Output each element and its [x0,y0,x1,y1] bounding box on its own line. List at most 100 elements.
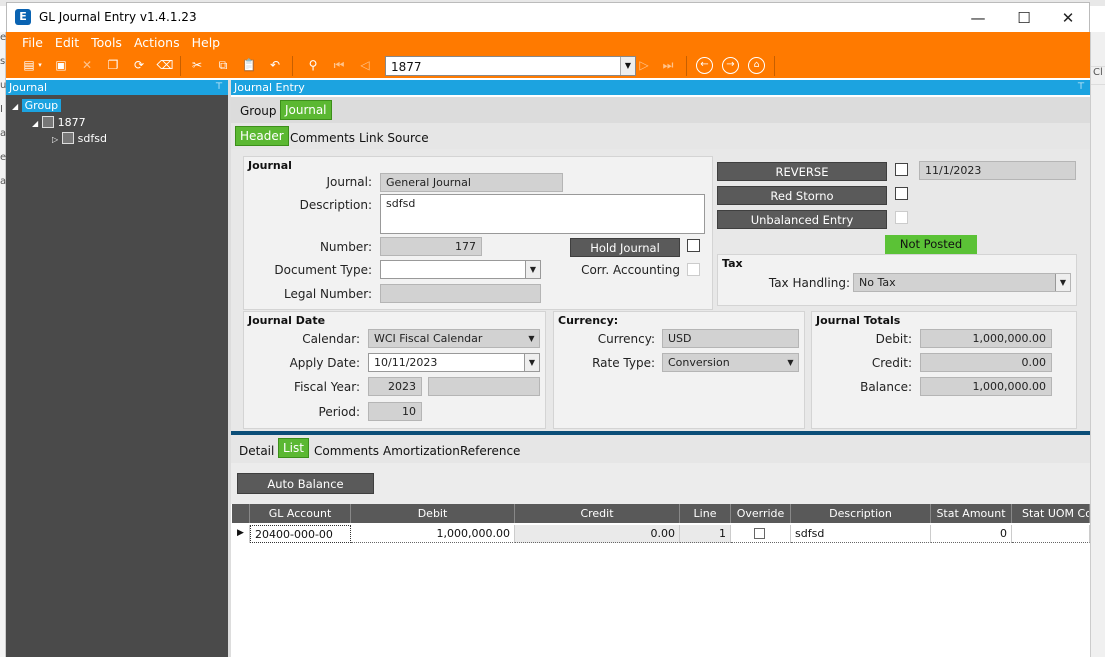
column-header[interactable]: Line [680,504,731,523]
chevron-down-icon[interactable]: ▼ [1055,274,1070,291]
tab-amortization[interactable]: Amortization [383,444,460,458]
unbalanced-entry-checkbox[interactable] [895,211,908,224]
next-record-icon[interactable]: ▷ [635,57,653,75]
search-icon[interactable]: ⚲ [304,57,322,75]
tab-reference[interactable]: Reference [460,444,520,458]
total-balance-field: 1,000,000.00 [920,377,1052,396]
legal-number-field[interactable] [380,284,541,303]
collapse-icon[interactable]: ▷ [52,135,58,144]
tab-detail[interactable]: Detail [239,444,274,458]
override-cell[interactable] [731,525,791,543]
clear-icon[interactable]: ⌫ [156,57,174,75]
tax-group: Tax Tax Handling: No Tax ▼ [717,254,1077,306]
chevron-down-icon[interactable]: ▼ [620,57,635,75]
undo-icon[interactable]: ↶ [266,57,284,75]
tab-list[interactable]: List [278,438,309,458]
copy-icon[interactable]: ⧉ [214,57,232,75]
expand-icon[interactable]: ◢ [32,119,38,128]
minimize-button[interactable]: — [955,3,1001,33]
reverse-button[interactable]: REVERSE [717,162,887,181]
journal-group: Journal Journal: General Journal Descrip… [243,156,713,310]
toolbar-separator [686,56,687,76]
new-dropdown-icon[interactable]: ▾ [36,57,44,75]
menu-file[interactable]: File [16,32,49,50]
document-type-select[interactable]: ▼ [380,260,541,279]
chevron-down-icon[interactable]: ▼ [525,261,540,278]
rate-type-select[interactable]: Conversion ▼ [662,353,799,372]
row-selector-icon[interactable]: ▶ [232,525,250,543]
currency-group: Currency: Currency: USD Rate Type: Conve… [553,311,805,429]
hold-journal-checkbox[interactable] [687,239,700,252]
auto-balance-button[interactable]: Auto Balance [237,473,374,494]
home-icon[interactable]: ⌂ [748,57,765,74]
tab-header[interactable]: Header [235,126,289,146]
menu-edit[interactable]: Edit [49,32,85,50]
tab-journal[interactable]: Journal [280,100,332,120]
column-header[interactable]: Description [791,504,931,523]
tab-group[interactable]: Group [240,104,277,118]
sub-tabs: Header Comments Link Source [231,123,1090,149]
journal-selector[interactable]: 1877 ▼ [385,56,636,76]
journal-totals-group: Journal Totals Debit: 1,000,000.00 Credi… [811,311,1077,429]
delete-icon[interactable]: ✕ [78,57,96,75]
tree-item-1877[interactable]: ◢ 1877 [32,116,86,129]
column-header[interactable]: Stat UOM Co [1012,504,1090,523]
tax-handling-select[interactable]: No Tax ▼ [853,273,1071,292]
override-checkbox[interactable] [754,528,765,539]
panel-header: Journal ⊤ [6,80,228,95]
hold-journal-button[interactable]: Hold Journal [570,238,680,257]
stat-amount-cell[interactable]: 0 [931,525,1012,543]
apply-date-field[interactable]: 10/11/2023 ▼ [368,353,540,372]
gl-account-cell[interactable]: 20400-000-00 [250,525,351,543]
description-cell[interactable]: sdfsd [791,525,931,543]
pin-icon[interactable]: ⊤ [215,80,223,95]
calendar-dropdown-icon[interactable]: ▼ [524,354,539,371]
stat-uom-cell[interactable] [1012,525,1090,543]
unbalanced-entry-button[interactable]: Unbalanced Entry [717,210,887,229]
column-header[interactable]: GL Account [250,504,351,523]
chevron-down-icon[interactable]: ▼ [524,330,539,347]
credit-cell[interactable]: 0.00 [515,525,680,543]
close-button[interactable]: ✕ [1045,3,1091,33]
currency-field[interactable]: USD [662,329,799,348]
tab-comments[interactable]: Comments [290,131,355,145]
menu-help[interactable]: Help [186,32,227,50]
journal-book-icon [61,132,74,144]
column-header[interactable]: Credit [515,504,680,523]
refresh-icon[interactable]: ⟳ [130,57,148,75]
column-header[interactable]: Stat Amount [931,504,1012,523]
debit-cell[interactable]: 1,000,000.00 [351,525,515,543]
list-toolbar: Auto Balance [231,463,1090,504]
save-icon[interactable]: ▣ [52,57,70,75]
description-field[interactable]: sdfsd [380,194,705,234]
cut-icon[interactable]: ✂ [188,57,206,75]
total-debit-field: 1,000,000.00 [920,329,1052,348]
menu-actions[interactable]: Actions [128,32,186,50]
chevron-down-icon[interactable]: ▼ [783,354,798,371]
last-record-icon[interactable]: ⏭ [659,57,677,75]
tab-link-source[interactable]: Link Source [359,131,429,145]
forward-icon[interactable]: → [722,57,739,74]
pin-icon[interactable]: ⊤ [1077,80,1085,95]
maximize-button[interactable]: ☐ [1001,3,1047,33]
window-title: GL Journal Entry v1.4.1.23 [39,10,197,24]
column-header[interactable]: Override [731,504,791,523]
red-storno-button[interactable]: Red Storno [717,186,887,205]
first-record-icon[interactable]: ⏮ [330,57,348,75]
red-storno-checkbox[interactable] [895,187,908,200]
tree-item-sdfsd[interactable]: ▷ sdfsd [52,132,107,145]
reverse-date-field[interactable]: 11/1/2023 [919,161,1076,180]
paste-icon[interactable]: 📋 [240,57,258,75]
tab-comments-lower[interactable]: Comments [314,444,379,458]
prev-record-icon[interactable]: ◁ [356,57,374,75]
column-header[interactable]: Debit [351,504,515,523]
lower-tabs: Detail List Comments Amortization Refere… [231,435,1090,463]
copy-record-icon[interactable]: ❐ [104,57,122,75]
tree-item-group[interactable]: ◢ Group [12,99,62,112]
calendar-select[interactable]: WCI Fiscal Calendar ▼ [368,329,540,348]
menu-tools[interactable]: Tools [85,32,128,50]
corr-accounting-checkbox[interactable] [687,263,700,276]
expand-icon[interactable]: ◢ [12,102,18,111]
back-icon[interactable]: ← [696,57,713,74]
reverse-checkbox[interactable] [895,163,908,176]
